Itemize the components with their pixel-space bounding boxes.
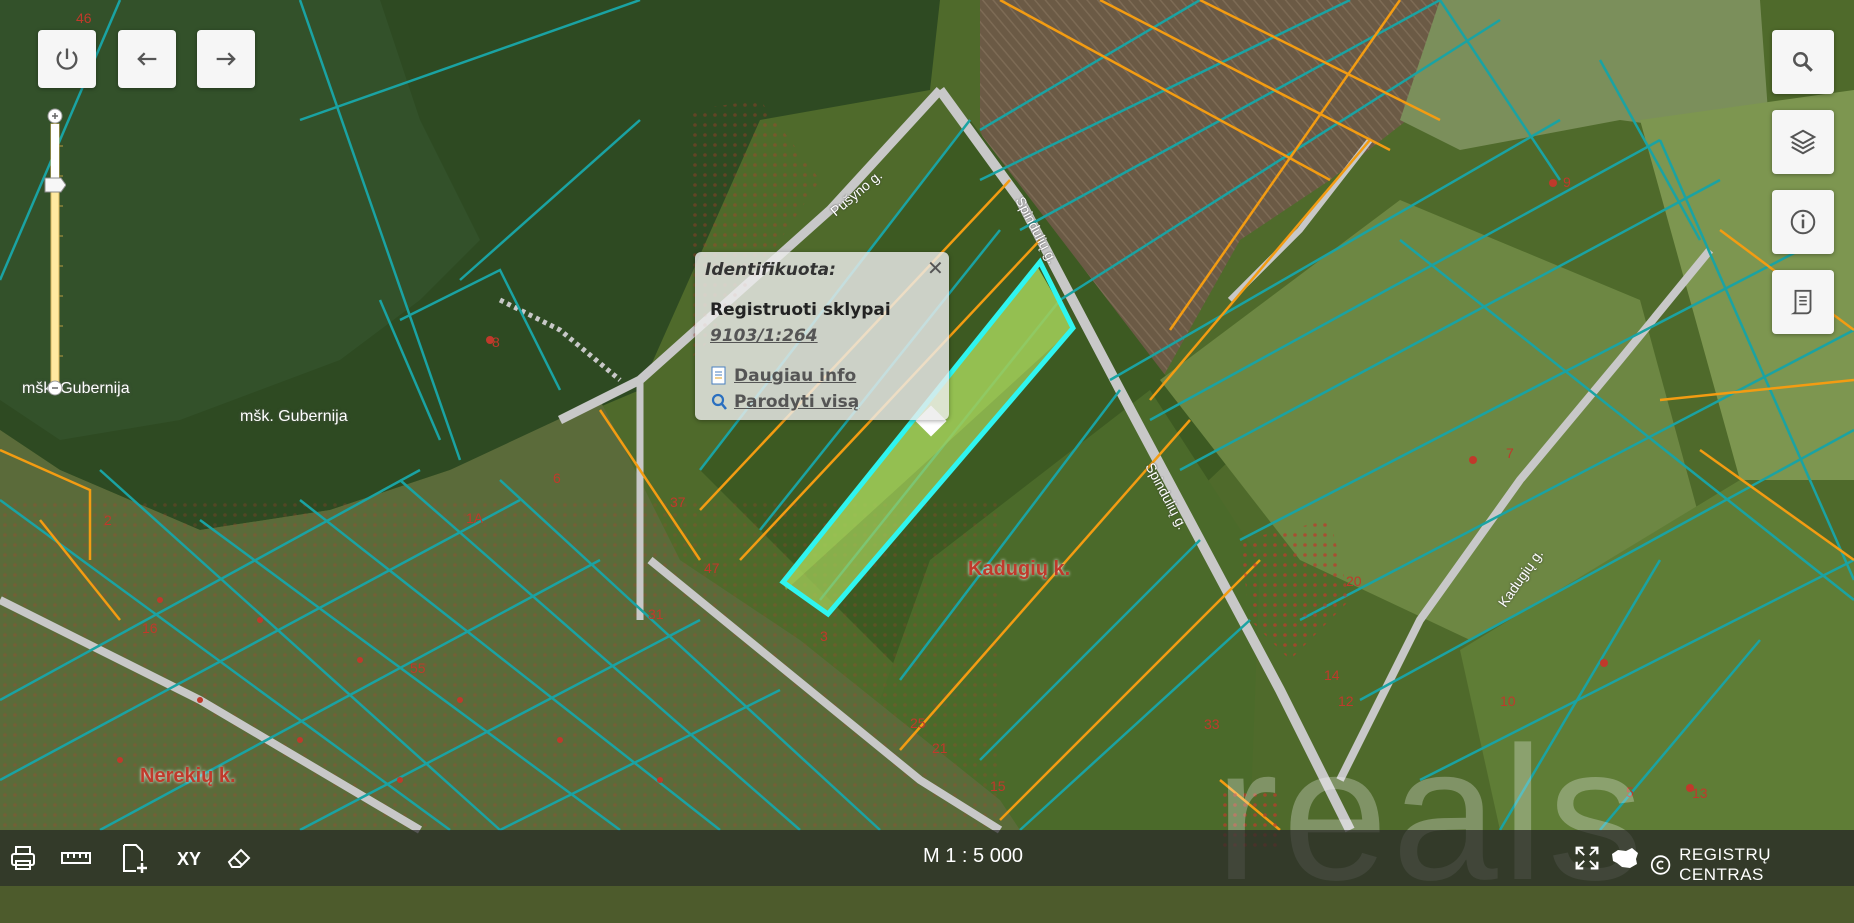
more-info-link[interactable]: Daugiau info bbox=[710, 366, 856, 386]
undo-button[interactable] bbox=[118, 30, 176, 88]
measure-button[interactable] bbox=[58, 842, 94, 874]
add-document-button[interactable] bbox=[116, 842, 150, 874]
power-button[interactable] bbox=[38, 30, 96, 88]
popup-layer-title: Registruoti sklypai bbox=[710, 300, 891, 320]
brand-name: REGISTRŲ CENTRAS bbox=[1679, 845, 1771, 884]
layers-button[interactable] bbox=[1772, 110, 1834, 174]
svg-text:XY: XY bbox=[177, 849, 201, 869]
measure-icon bbox=[61, 852, 91, 864]
parcel-id-link[interactable]: 9103/1:264 bbox=[710, 326, 818, 346]
search-icon bbox=[1793, 52, 1813, 72]
print-icon bbox=[11, 846, 35, 870]
document-icon bbox=[711, 366, 726, 385]
fullscreen-button[interactable] bbox=[1572, 842, 1602, 874]
zoom-slider[interactable] bbox=[44, 106, 66, 396]
legend-icon bbox=[1790, 289, 1812, 315]
more-info-label: Daugiau info bbox=[734, 366, 857, 386]
magnifier-icon bbox=[711, 393, 727, 410]
xy-coordinates-icon: XY bbox=[177, 849, 201, 869]
redo-icon bbox=[216, 52, 236, 66]
redo-button[interactable] bbox=[197, 30, 255, 88]
print-button[interactable] bbox=[6, 842, 40, 874]
close-icon[interactable]: ✕ bbox=[927, 258, 944, 278]
identify-popup: Identifikuota: ✕ Registruoti sklypai 910… bbox=[695, 252, 949, 420]
eraser-icon bbox=[227, 848, 251, 868]
watermark: reals bbox=[1215, 708, 1647, 920]
info-icon bbox=[1790, 209, 1816, 235]
power-icon bbox=[56, 48, 78, 70]
zoom-handle bbox=[44, 177, 66, 193]
popup-heading: Identifikuota: bbox=[705, 260, 836, 280]
brand: REGISTRŲ CENTRAS bbox=[1650, 845, 1854, 885]
undo-icon bbox=[137, 52, 157, 66]
legend-button[interactable] bbox=[1772, 270, 1834, 334]
lithuania-map-button[interactable] bbox=[1608, 842, 1642, 874]
layers-icon bbox=[1789, 129, 1817, 155]
copyright-icon bbox=[1650, 855, 1671, 875]
fullscreen-icon bbox=[1575, 846, 1599, 870]
scale-readout: M 1 : 5 000 bbox=[923, 845, 1024, 867]
search-button[interactable] bbox=[1772, 30, 1834, 94]
show-all-label: Parodyti visą bbox=[734, 392, 860, 412]
xy-coordinates-button[interactable]: XY bbox=[174, 842, 208, 874]
eraser-button[interactable] bbox=[222, 842, 256, 874]
add-document-icon bbox=[123, 844, 147, 873]
show-all-link[interactable]: Parodyti visą bbox=[710, 392, 859, 412]
info-button[interactable] bbox=[1772, 190, 1834, 254]
lithuania-map-icon bbox=[1612, 848, 1638, 868]
